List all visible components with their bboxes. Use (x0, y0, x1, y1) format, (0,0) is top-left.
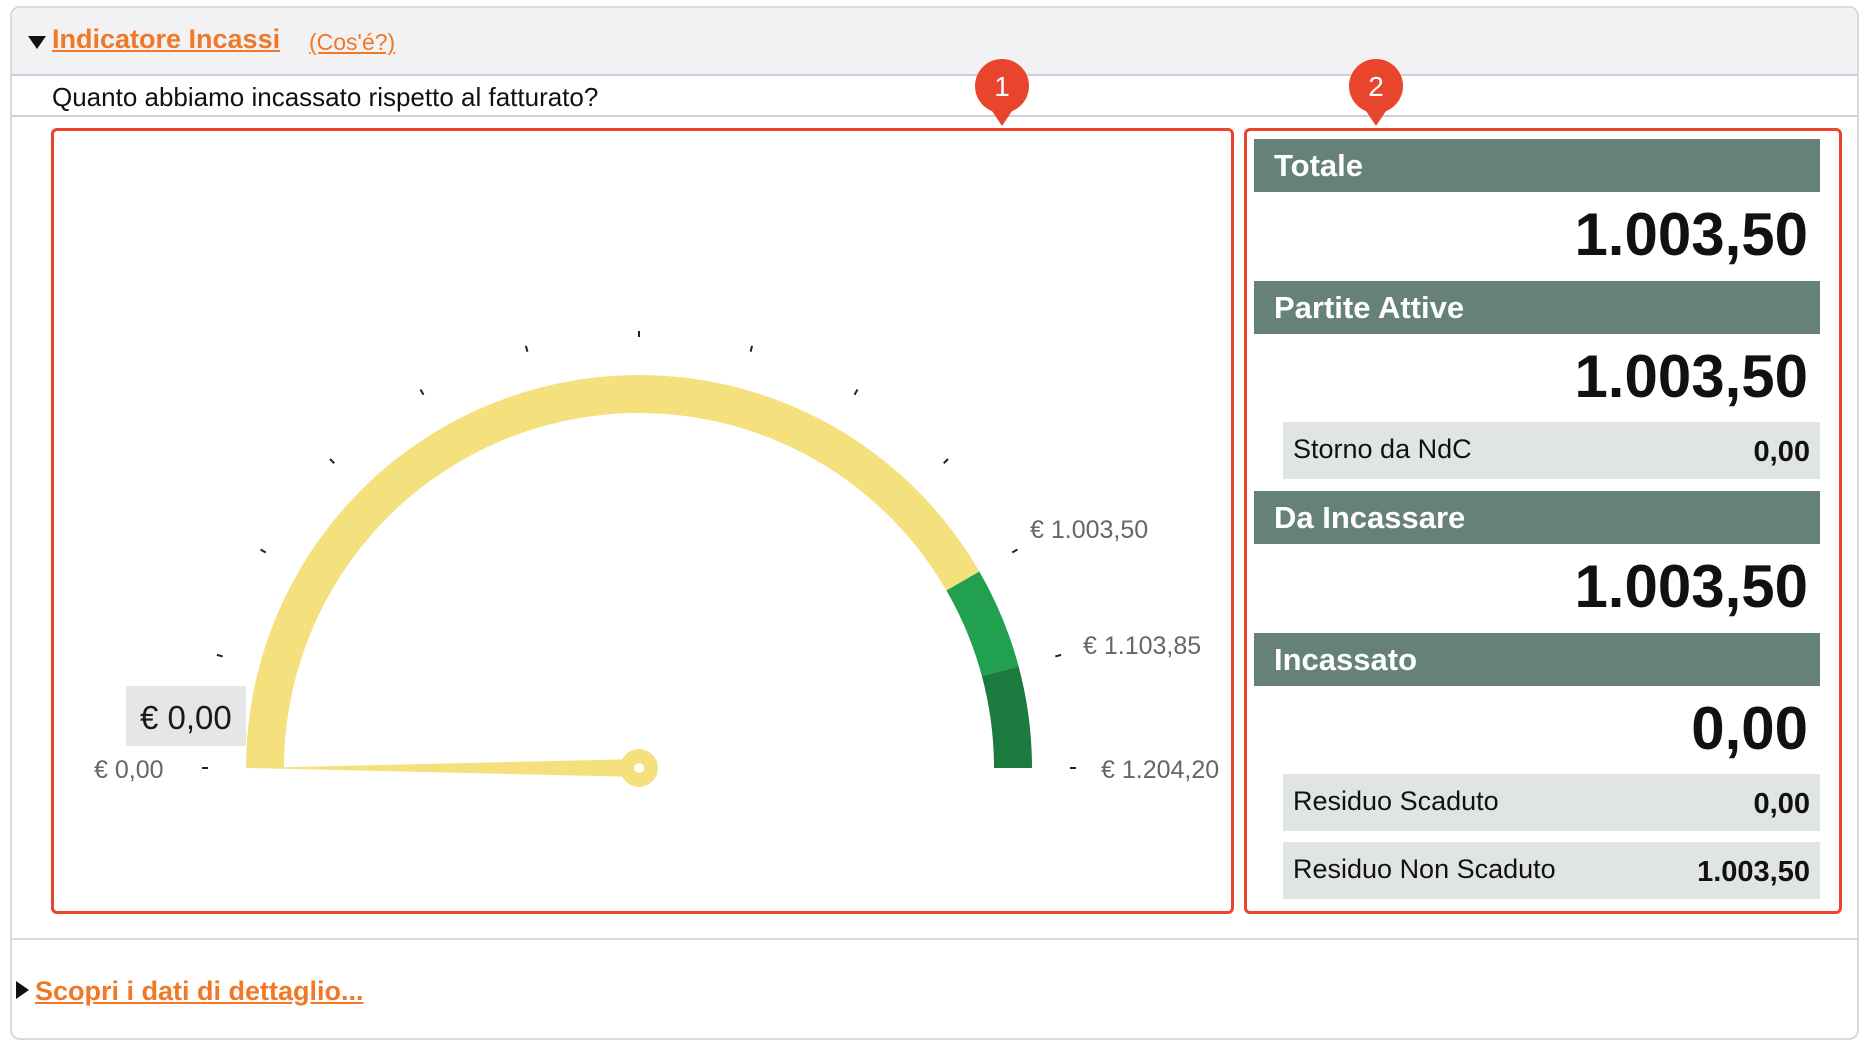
gauge-chart: € 0,00 € 1.003,50 € 1.103,85 € 1.204,20 (94, 331, 1219, 787)
gauge-value-label: € 0,00 (140, 699, 232, 736)
gauge-band-dark-green (981, 666, 1032, 768)
callout-number: 2 (1368, 71, 1384, 102)
help-link[interactable]: (Cos'é?) (309, 29, 395, 56)
gauge-tick (260, 548, 267, 554)
stat-header-totale: Totale (1254, 139, 1820, 192)
gauge-tick (1011, 548, 1018, 554)
divider (12, 115, 1857, 117)
stat-value-incassato: 0,00 (1691, 695, 1808, 762)
gauge-tick (216, 653, 223, 658)
gauge-tick (853, 389, 859, 396)
gauge-tick (1055, 653, 1062, 658)
gauge-tick (749, 345, 754, 352)
gauge-band-yellow (246, 375, 980, 768)
gauge-tick (524, 345, 529, 352)
panel-title-link[interactable]: Indicatore Incassi (52, 24, 280, 55)
callout-marker-1: 1 (975, 59, 1029, 126)
divider (12, 938, 1857, 940)
collapse-triangle-icon[interactable] (28, 36, 46, 49)
gauge-needle-hub-center (634, 763, 644, 773)
expand-triangle-icon[interactable] (16, 981, 29, 999)
callout-number: 1 (994, 71, 1010, 102)
stat-row-residuo-non-scaduto: Residuo Non Scaduto 1.003,50 (1283, 842, 1820, 899)
gauge-label-threshold-2: € 1.103,85 (1083, 632, 1201, 660)
stat-value-da-incassare: 1.003,50 (1574, 553, 1808, 620)
gauge-needle (250, 759, 639, 777)
stat-value-partite-attive: 1.003,50 (1574, 343, 1808, 410)
stat-row-label: Storno da NdC (1293, 434, 1472, 464)
stat-row-value: 0,00 (1753, 436, 1810, 468)
gauge-tick (943, 458, 949, 464)
stat-row-label: Residuo Scaduto (1293, 786, 1499, 816)
stat-row-residuo-scaduto: Residuo Scaduto 0,00 (1283, 774, 1820, 831)
stat-header-da-incassare: Da Incassare (1254, 491, 1820, 544)
panel-header: Indicatore Incassi (Cos'é?) (12, 8, 1857, 76)
gauge-label-min: € 0,00 (94, 756, 164, 784)
stat-row-value: 1.003,50 (1697, 856, 1810, 888)
stat-header-partite-attive: Partite Attive (1254, 281, 1820, 334)
stat-row-label: Residuo Non Scaduto (1293, 854, 1556, 884)
callout-marker-2: 2 (1349, 59, 1403, 126)
stat-row-value: 0,00 (1753, 788, 1810, 820)
gauge-label-threshold-1: € 1.003,50 (1030, 516, 1148, 544)
stat-value-totale: 1.003,50 (1574, 201, 1808, 268)
gauge-tick (419, 389, 425, 396)
gauge-band-green (946, 571, 1019, 677)
stat-header-incassato: Incassato (1254, 633, 1820, 686)
gauge-label-max: € 1.204,20 (1101, 756, 1219, 784)
detail-link[interactable]: Scopri i dati di dettaglio... (35, 976, 364, 1007)
panel-question: Quanto abbiamo incassato rispetto al fat… (52, 82, 599, 112)
stat-row-storno: Storno da NdC 0,00 (1283, 422, 1820, 479)
gauge-tick (329, 458, 335, 464)
